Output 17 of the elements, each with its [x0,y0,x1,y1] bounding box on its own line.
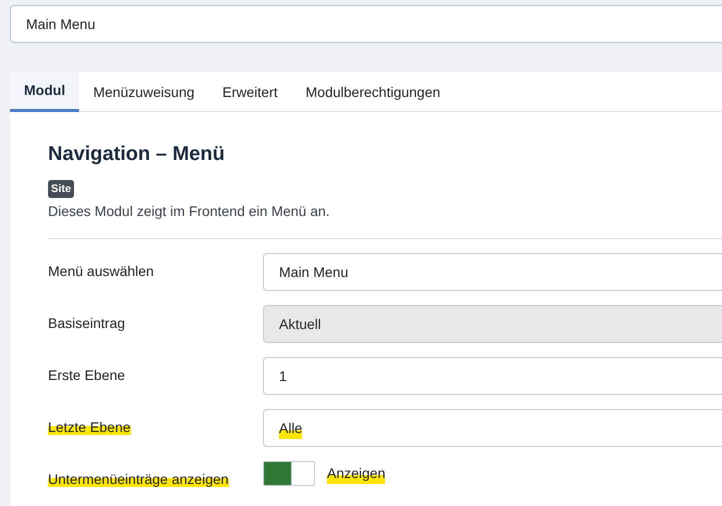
toggle-switch[interactable] [263,461,315,486]
module-description: Dieses Modul zeigt im Frontend ein Menü an. [48,202,331,221]
select-value: Aktuell [279,314,322,334]
select-field[interactable]: 1 [263,357,722,395]
field-label: Erste Ebene [48,367,126,383]
select-value: Main Menu [279,262,348,282]
tab[interactable]: Modul [10,72,80,112]
field-label: Basiseintrag [48,315,126,331]
tab[interactable]: Menüzuweisung [79,72,208,112]
module-heading: Navigation – Menü [48,142,226,166]
tab[interactable]: Erweitert [208,72,292,112]
select-value: 1 [279,366,287,386]
site-badge: Site [48,180,74,198]
field-label: Menü auswählen [48,263,154,279]
title-field[interactable]: Main Menu [10,5,722,43]
select-field[interactable]: Main Menu [263,253,722,291]
tab[interactable]: Modulberechtigungen [292,72,454,112]
